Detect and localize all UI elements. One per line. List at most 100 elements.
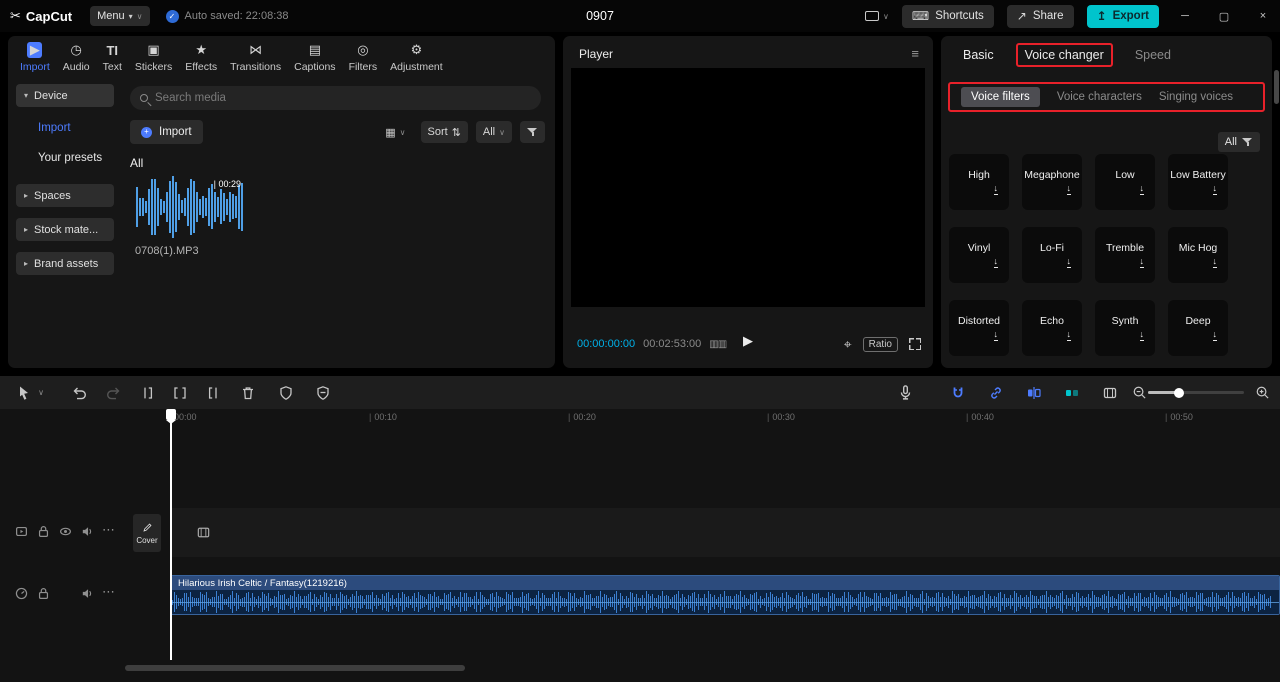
tab-text[interactable]: TI Text	[103, 42, 122, 74]
sort-button[interactable]: Sort ⇅	[420, 121, 468, 143]
share-button[interactable]: ↗ Share	[1006, 4, 1074, 28]
subtab-voice-filters[interactable]: Voice filters	[961, 87, 1040, 107]
voice-filter-high[interactable]: High ↓	[949, 154, 1009, 210]
sidebar-item-spaces[interactable]: ▸ Spaces	[16, 184, 114, 207]
sidebar-item-your-presets[interactable]: Your presets	[38, 152, 102, 164]
player-menu-icon[interactable]: ≡	[911, 46, 919, 61]
tab-label: Stickers	[134, 61, 173, 73]
import-media-button[interactable]: + Import	[130, 120, 203, 144]
sticker-icon: ▣	[147, 42, 160, 57]
voice-filter-low-battery[interactable]: Low Battery ↓	[1168, 154, 1228, 210]
minimize-button[interactable]: ─	[1172, 0, 1198, 32]
voice-filter-distorted[interactable]: Distorted ↓	[949, 300, 1009, 356]
zoom-slider[interactable]	[1148, 387, 1244, 398]
lock-icon[interactable]	[36, 586, 51, 601]
voice-filter-label: Tremble	[1105, 241, 1145, 254]
video-track[interactable]	[171, 508, 1280, 557]
vertical-scrollbar[interactable]	[1274, 70, 1279, 104]
sidebar-item-device[interactable]: ▾ Device	[16, 84, 114, 107]
voice-filter-mic-hog[interactable]: Mic Hog ↓	[1168, 227, 1228, 283]
restore-button[interactable]: ▢	[1211, 0, 1237, 32]
menu-button[interactable]: Menu ▾ ∨	[90, 6, 150, 26]
audio-icon: ◷	[70, 42, 82, 57]
tab-speed[interactable]: Speed	[1135, 48, 1171, 62]
mask-invert-button[interactable]	[311, 376, 335, 409]
shortcuts-button[interactable]: ⌨ Shortcuts	[901, 4, 994, 28]
more-icon[interactable]: ⋯	[102, 584, 115, 600]
timeline-preview-frames-button[interactable]	[1098, 376, 1122, 409]
horizontal-scrollbar[interactable]	[125, 665, 465, 671]
subtab-voice-characters[interactable]: Voice characters	[1057, 91, 1142, 103]
select-tool-chevron-icon[interactable]: ∨	[35, 376, 47, 409]
tab-filters[interactable]: ◎ Filters	[349, 42, 378, 73]
frame-preview-icon[interactable]: ▥▥	[709, 339, 727, 350]
split-button[interactable]	[168, 376, 192, 409]
speaker-icon[interactable]	[80, 524, 95, 539]
tab-voice-changer[interactable]: Voice changer	[1015, 43, 1113, 67]
display-mode-button[interactable]: ∨	[865, 11, 889, 21]
tab-basic[interactable]: Basic	[963, 48, 994, 62]
mask-button[interactable]	[274, 376, 298, 409]
split-right-button[interactable]	[202, 376, 226, 409]
auto-ripple-toggle-button[interactable]	[1060, 376, 1084, 409]
video-preview[interactable]	[571, 68, 925, 307]
focus-icon[interactable]: ⌖	[844, 336, 852, 353]
undo-button[interactable]	[68, 376, 92, 409]
record-voiceover-button[interactable]	[893, 376, 917, 409]
redo-button[interactable]	[101, 376, 125, 409]
tab-captions[interactable]: ▤ Captions	[294, 42, 335, 73]
media-clip[interactable]: 00:29 0708(1).MP3	[135, 176, 245, 257]
speaker-icon[interactable]	[80, 586, 95, 601]
voice-filter-tremble[interactable]: Tremble ↓	[1095, 227, 1155, 283]
tab-effects[interactable]: ★ Effects	[185, 42, 217, 73]
subtab-singing-voices[interactable]: Singing voices	[1159, 91, 1233, 103]
tab-audio[interactable]: ◷ Audio	[63, 42, 90, 73]
playhead-line[interactable]	[170, 409, 172, 660]
voice-filter-megaphone[interactable]: Megaphone ↓	[1022, 154, 1082, 210]
audio-clip[interactable]: Hilarious Irish Celtic / Fantasy(1219216…	[171, 575, 1280, 615]
sidebar-item-import[interactable]: Import	[38, 122, 71, 134]
sidebar-item-stock-materials[interactable]: ▸ Stock mate...	[16, 218, 114, 241]
timeline-ruler[interactable]: 00:00 00:10 00:20 00:30 00:40 00:50	[0, 409, 1280, 426]
play-button[interactable]: ▶	[743, 333, 753, 349]
eye-icon[interactable]	[58, 524, 73, 539]
preview-axis-toggle-button[interactable]	[1022, 376, 1046, 409]
zoom-slider-knob[interactable]	[1174, 387, 1184, 398]
playhead-handle[interactable]	[166, 409, 176, 424]
voice-filter-low[interactable]: Low ↓	[1095, 154, 1155, 210]
grid-view-button[interactable]: ▦ ∨	[378, 121, 412, 143]
lock-icon[interactable]	[36, 524, 51, 539]
filter-button[interactable]	[520, 121, 545, 143]
snap-toggle-button[interactable]	[946, 376, 970, 409]
tab-transitions[interactable]: ⋈ Transitions	[230, 42, 281, 73]
tab-adjustment[interactable]: ⚙ Adjustment	[390, 42, 443, 73]
search-input[interactable]	[155, 92, 531, 104]
all-filter-button[interactable]: All ∨	[475, 121, 512, 143]
tab-stickers[interactable]: ▣ Stickers	[135, 42, 172, 73]
audio-waveform	[172, 590, 1279, 614]
sidebar-item-brand-assets[interactable]: ▸ Brand assets	[16, 252, 114, 275]
voice-filter-lo-fi[interactable]: Lo-Fi ↓	[1022, 227, 1082, 283]
voice-filter-echo[interactable]: Echo ↓	[1022, 300, 1082, 356]
search-bar[interactable]	[130, 86, 541, 110]
cover-button[interactable]: Cover	[133, 514, 161, 552]
voice-filter-all-button[interactable]: All	[1217, 132, 1260, 152]
zoom-in-button[interactable]	[1250, 376, 1274, 409]
voice-filter-synth[interactable]: Synth ↓	[1095, 300, 1155, 356]
select-tool-button[interactable]	[12, 376, 36, 409]
fullscreen-button[interactable]	[909, 338, 921, 350]
voice-filter-vinyl[interactable]: Vinyl ↓	[949, 227, 1009, 283]
more-icon[interactable]: ⋯	[102, 522, 115, 538]
linkage-toggle-button[interactable]	[984, 376, 1008, 409]
voice-filter-deep[interactable]: Deep ↓	[1168, 300, 1228, 356]
split-left-button[interactable]	[135, 376, 159, 409]
audio-track-icon[interactable]	[14, 586, 29, 601]
close-button[interactable]: ×	[1250, 0, 1276, 32]
tab-import[interactable]: ▶ Import	[20, 42, 50, 73]
video-track-icon[interactable]	[14, 524, 29, 539]
ratio-button[interactable]: Ratio	[862, 336, 898, 352]
triangle-right-icon: ▸	[24, 191, 29, 200]
delete-button[interactable]	[236, 376, 260, 409]
export-button[interactable]: ↥ Export	[1086, 4, 1159, 28]
capcut-logo: ✂ CapCut	[10, 8, 72, 24]
